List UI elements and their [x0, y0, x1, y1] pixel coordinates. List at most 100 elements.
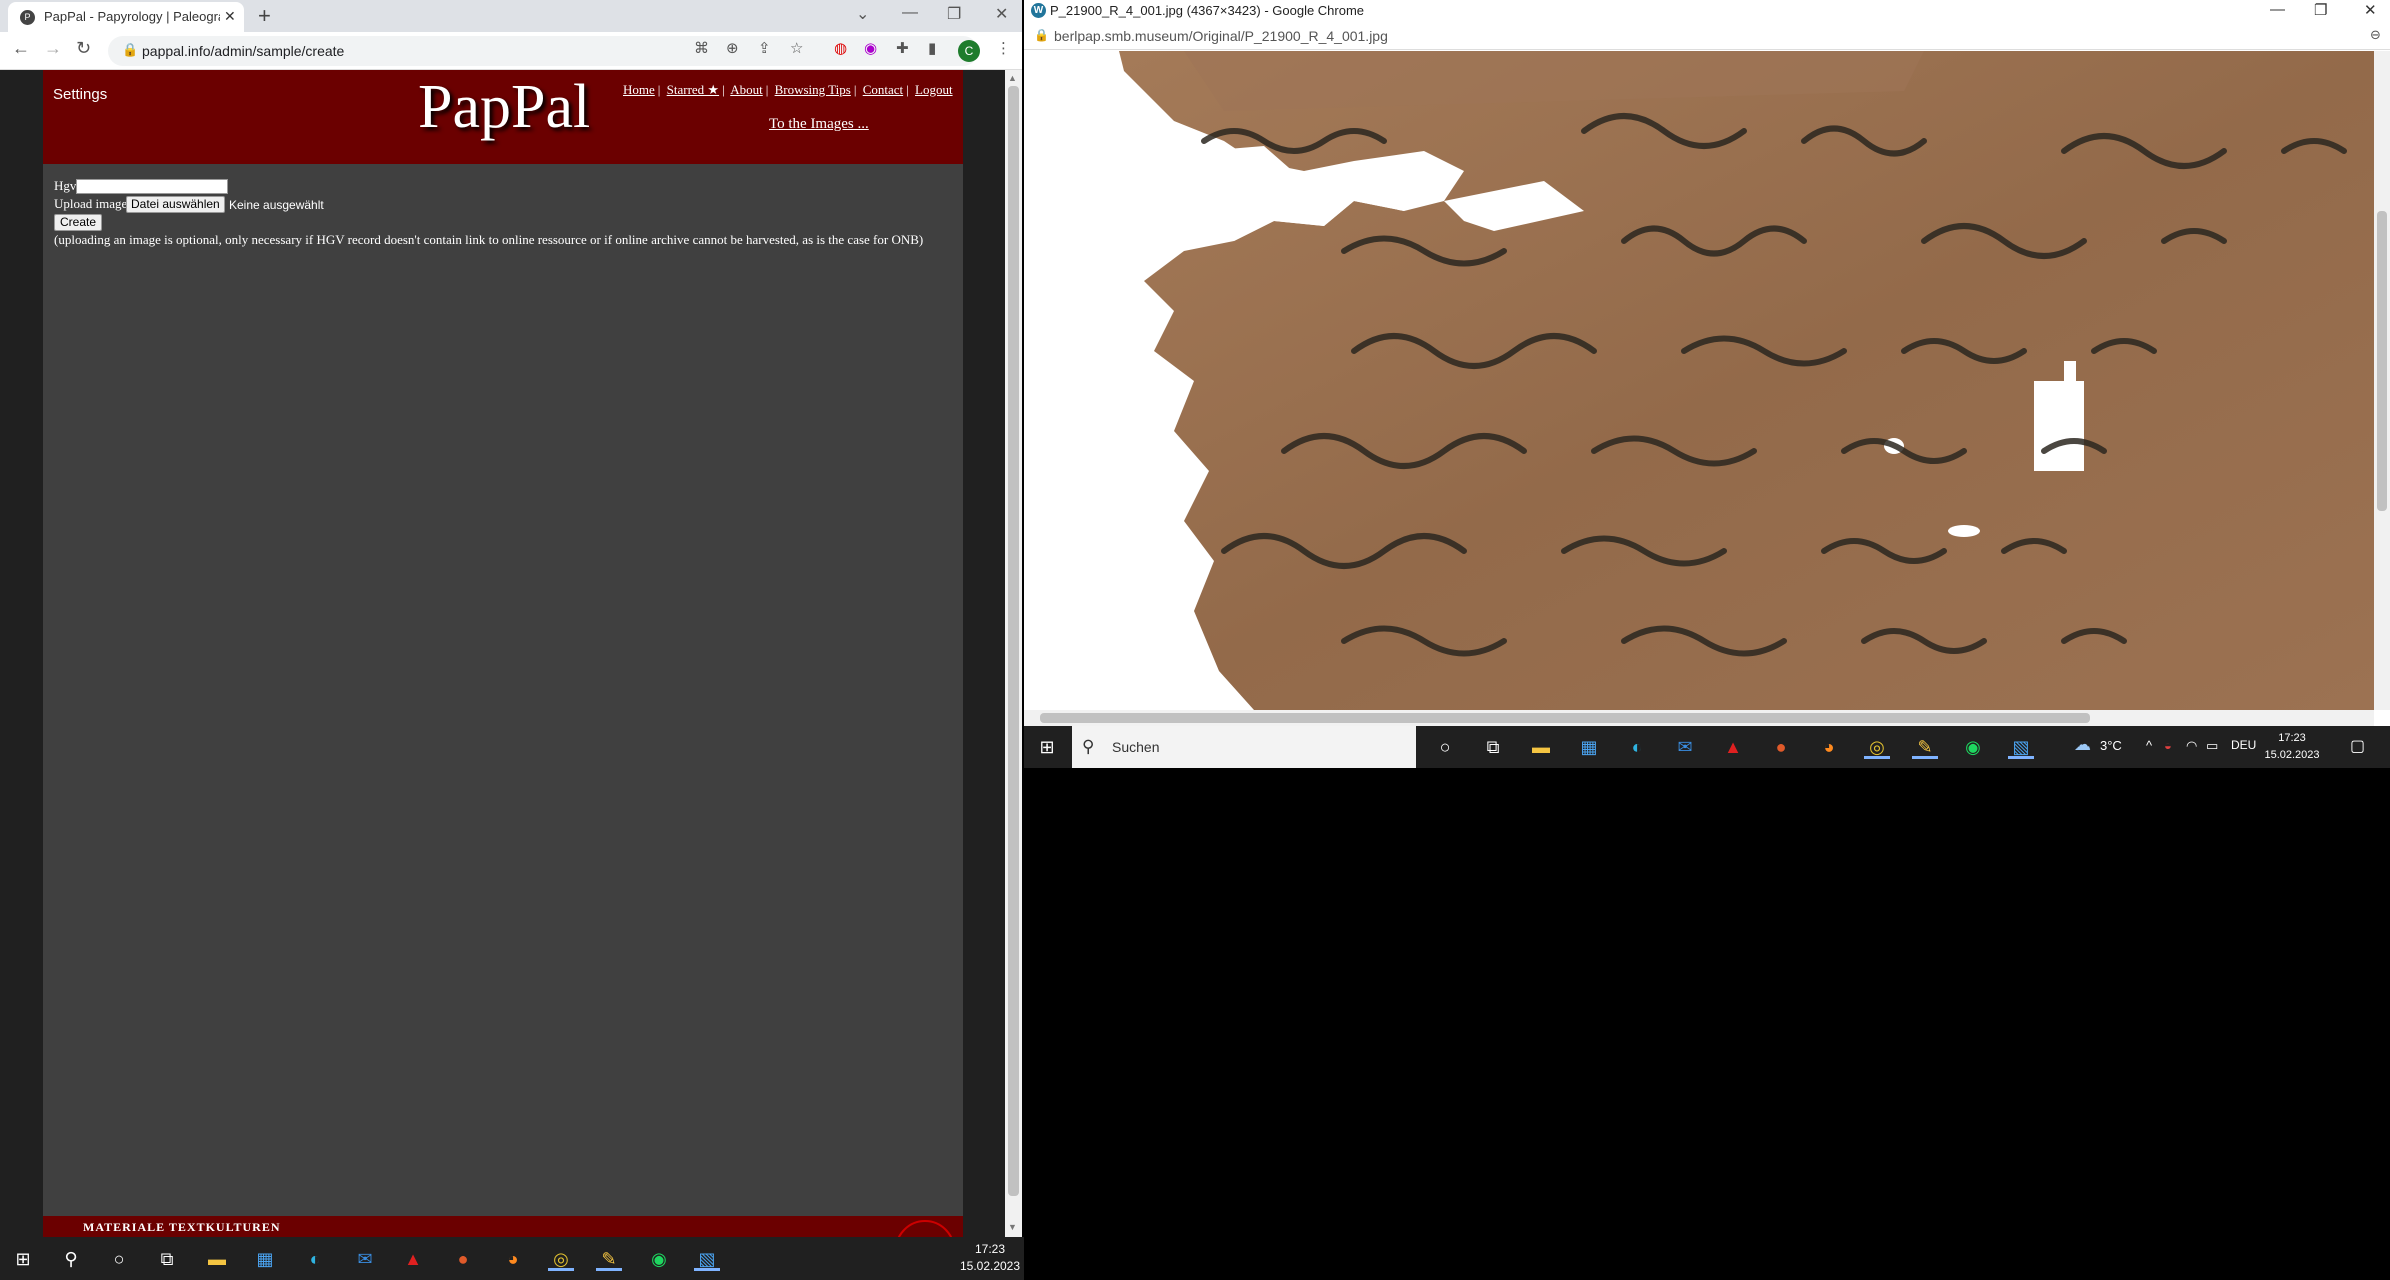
right-acrobat-icon[interactable]: ▲: [1720, 735, 1746, 759]
nav-contact[interactable]: Contact: [863, 82, 903, 97]
page-scrollbar[interactable]: ▲ ▼: [1005, 70, 1022, 1237]
pappal-header: Settings PapPal Home | Starred ★ | About | …: [43, 70, 963, 164]
right-chrome-icon[interactable]: ◎: [1864, 735, 1890, 759]
right-zoom-icon[interactable]: ⊖: [2370, 27, 2381, 43]
right-vertical-thumb[interactable]: [2377, 211, 2387, 511]
papyrus-image[interactable]: [1024, 51, 2390, 710]
scroll-thumb[interactable]: [1008, 86, 1019, 1196]
right-minimize-icon[interactable]: —: [2270, 1, 2285, 18]
hgv-input[interactable]: [76, 179, 228, 194]
create-button[interactable]: Create: [54, 214, 103, 231]
chrome-menu-icon[interactable]: ⋮: [996, 39, 1011, 57]
acrobat-icon[interactable]: ▲: [400, 1247, 426, 1271]
nav-home[interactable]: Home: [623, 82, 655, 97]
address-bar[interactable]: 🔒 pappal.info/admin/sample/create: [108, 36, 978, 66]
page-margin-right: [963, 70, 1005, 1237]
weather-temp[interactable]: 3°C: [2100, 738, 2122, 753]
weather-icon[interactable]: ☁: [2074, 735, 2091, 755]
profile-avatar[interactable]: C: [958, 40, 980, 62]
spotify-icon[interactable]: ◉: [646, 1247, 672, 1271]
right-spotify-icon[interactable]: ◉: [1960, 735, 1986, 759]
scroll-down-icon[interactable]: ▼: [1008, 1222, 1017, 1232]
right-powerpoint-icon[interactable]: ●: [1768, 735, 1794, 759]
chrome-icon[interactable]: ◎: [548, 1247, 574, 1271]
notification-icon[interactable]: ▢: [2350, 736, 2365, 756]
forward-icon[interactable]: →: [44, 38, 62, 59]
tab-search-chevron-icon[interactable]: ⌄: [856, 4, 869, 24]
right-clock-time: 17:23: [2278, 732, 2306, 744]
right-start-icon[interactable]: ⊞: [1034, 735, 1060, 759]
share-icon[interactable]: ⇪: [758, 39, 771, 57]
reload-icon[interactable]: ↻: [76, 38, 91, 59]
papyrus-image-svg: [1024, 51, 2390, 710]
cortana-icon[interactable]: ○: [106, 1247, 132, 1271]
footer-seal-icon: [895, 1220, 955, 1237]
mail-icon[interactable]: ✉: [352, 1247, 378, 1271]
right-firefox-icon[interactable]: ◕: [1816, 735, 1842, 759]
store-icon[interactable]: ▦: [252, 1247, 278, 1271]
tab-close-icon[interactable]: ✕: [224, 8, 236, 25]
extension-purple-icon[interactable]: ◉: [864, 39, 877, 57]
right-clock[interactable]: 17:23 15.02.2023: [2260, 730, 2324, 764]
to-the-images-link[interactable]: To the Images ...: [769, 116, 869, 133]
photos-icon[interactable]: ▧: [694, 1247, 720, 1271]
taskbar-left: ⊞ ⚲ ○ ⧉ ▬ ▦ ◐ ✉ ▲ ● ◕ ◎ ✎ ◉ ▧ 17:23 15.0…: [0, 1237, 1024, 1280]
right-file-explorer-icon[interactable]: ▬: [1528, 735, 1554, 759]
search-icon[interactable]: ⚲: [58, 1247, 84, 1271]
right-edge-icon[interactable]: ◐: [1624, 735, 1650, 759]
nav-starred[interactable]: Starred ★: [667, 82, 719, 97]
upload-row: Upload image Datei auswählen Keine ausge…: [54, 196, 923, 214]
notes-icon[interactable]: ✎: [596, 1247, 622, 1271]
browser-tab-pappal[interactable]: P PapPal - Papyrology | Paleograph ✕: [8, 2, 244, 32]
zoom-icon[interactable]: ⊕: [726, 39, 739, 57]
new-tab-icon[interactable]: +: [258, 3, 271, 29]
side-panel-icon[interactable]: ▮: [928, 39, 936, 57]
pappal-favicon-icon: P: [20, 10, 35, 25]
translate-icon[interactable]: ⌘: [694, 39, 709, 57]
task-view-icon[interactable]: ⧉: [154, 1247, 180, 1271]
battery-icon[interactable]: ▭: [2206, 738, 2218, 754]
nav-browsing-tips[interactable]: Browsing Tips: [775, 82, 851, 97]
nav-separator: |: [765, 82, 769, 97]
right-close-icon[interactable]: ✕: [2364, 1, 2377, 19]
right-mail-icon[interactable]: ✉: [1672, 735, 1698, 759]
right-store-icon[interactable]: ▦: [1576, 735, 1602, 759]
restore-icon[interactable]: ❐: [947, 4, 961, 24]
firefox-icon[interactable]: ◕: [500, 1247, 526, 1271]
create-row: Create: [54, 214, 923, 232]
right-cortana-icon[interactable]: ○: [1432, 735, 1458, 759]
close-window-icon[interactable]: ✕: [995, 4, 1008, 24]
choose-file-button[interactable]: Datei auswählen: [126, 196, 225, 213]
right-photos-icon[interactable]: ▧: [2008, 735, 2034, 759]
nav-about[interactable]: About: [730, 82, 763, 97]
nav-logout[interactable]: Logout: [915, 82, 953, 97]
edge-icon[interactable]: ◐: [302, 1247, 328, 1271]
start-icon[interactable]: ⊞: [10, 1247, 36, 1271]
address-url: pappal.info/admin/sample/create: [142, 43, 345, 59]
extension-adblock-icon[interactable]: ◍: [834, 39, 847, 57]
right-vertical-scrollbar[interactable]: [2374, 51, 2390, 710]
back-icon[interactable]: ←: [12, 38, 30, 59]
file-explorer-icon[interactable]: ▬: [204, 1247, 230, 1271]
taskbar-search-box[interactable]: ⚲ Suchen: [1072, 726, 1416, 768]
bookmark-star-icon[interactable]: ☆: [790, 39, 803, 57]
scroll-up-icon[interactable]: ▲: [1008, 73, 1017, 83]
left-browser-window: P PapPal - Papyrology | Paleograph ✕ + ⌄…: [0, 0, 1022, 1237]
network-icon[interactable]: ◠: [2186, 738, 2197, 754]
language-indicator[interactable]: DEU: [2231, 738, 2256, 752]
right-task-view-icon[interactable]: ⧉: [1480, 735, 1506, 759]
tray-chevron-icon[interactable]: ^: [2146, 738, 2152, 753]
left-clock[interactable]: 17:23 15.02.2023: [956, 1241, 1024, 1275]
settings-link[interactable]: Settings: [53, 86, 107, 103]
pappal-logo[interactable]: PapPal: [418, 72, 590, 143]
right-address-bar[interactable]: 🔒 berlpap.smb.museum/Original/P_21900_R_…: [1024, 22, 2390, 50]
right-horizontal-scrollbar[interactable]: [1024, 710, 2374, 726]
powerpoint-icon[interactable]: ●: [450, 1247, 476, 1271]
extensions-puzzle-icon[interactable]: ✚: [896, 39, 909, 57]
minimize-icon[interactable]: —: [902, 4, 918, 22]
right-notes-icon[interactable]: ✎: [1912, 735, 1938, 759]
tray-app-icon[interactable]: ◒: [2164, 738, 2172, 753]
right-restore-icon[interactable]: ❐: [2314, 1, 2327, 19]
right-horizontal-thumb[interactable]: [1040, 713, 2090, 723]
right-window-title: P_21900_R_4_001.jpg (4367×3423) - Google…: [1050, 3, 1365, 18]
